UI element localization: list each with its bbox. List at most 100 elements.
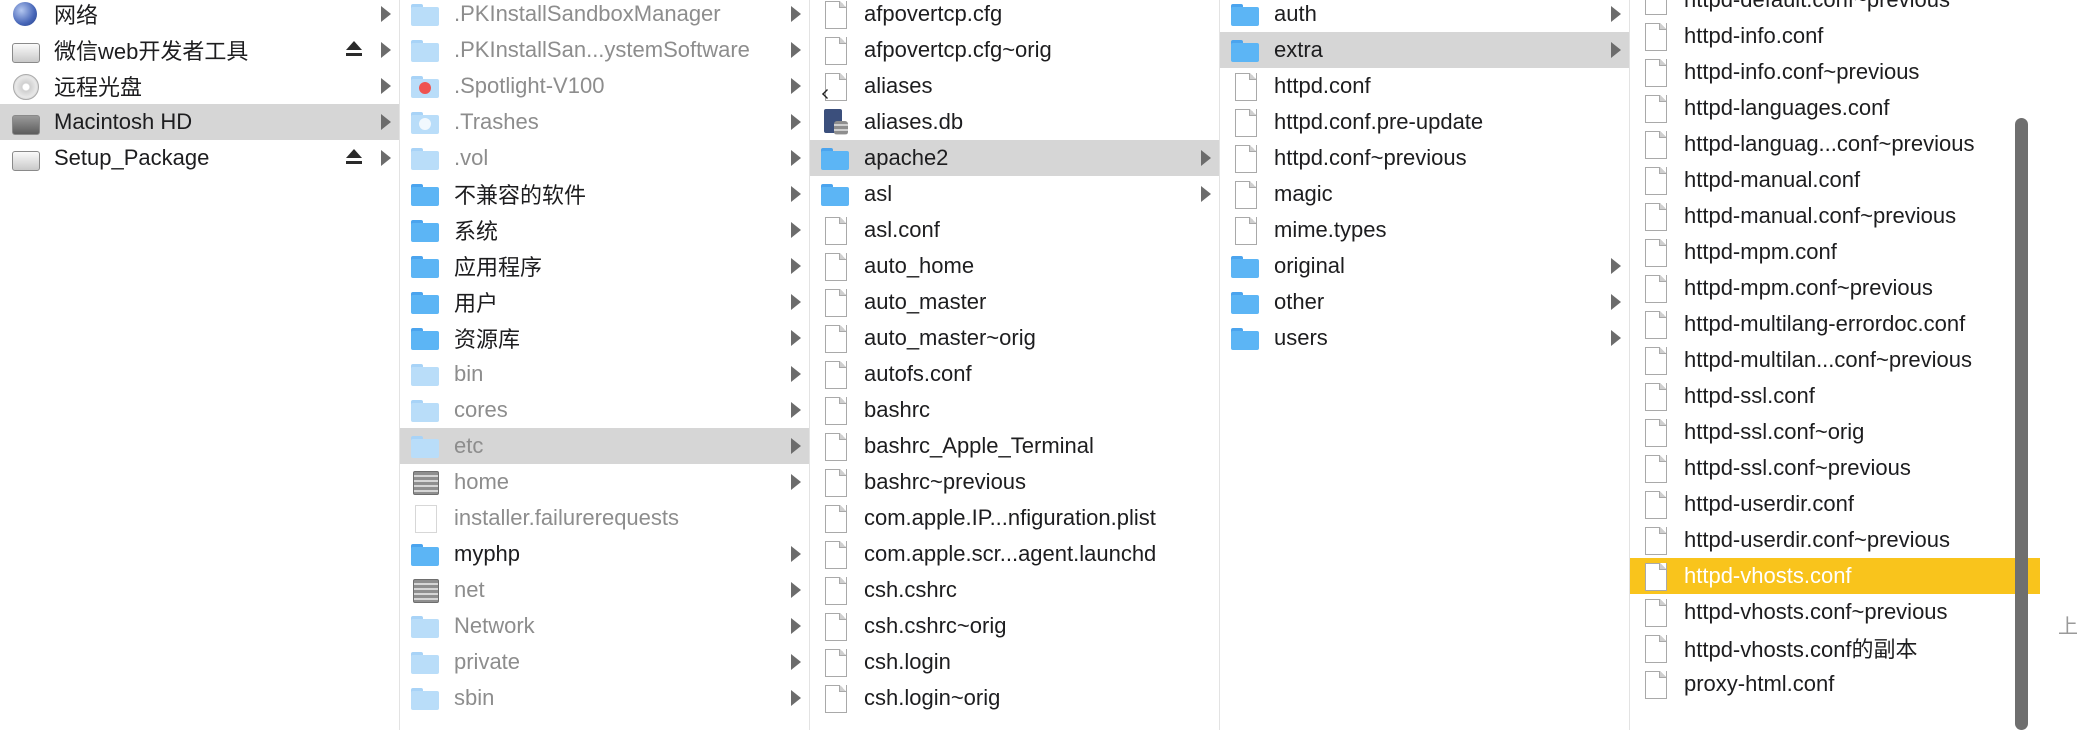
list-item[interactable]: apache2 — [810, 140, 1219, 176]
list-item[interactable]: httpd.conf~previous — [1220, 140, 1629, 176]
list-item[interactable]: aliases — [810, 68, 1219, 104]
list-item[interactable]: mime.types — [1220, 212, 1629, 248]
server-volume-icon — [410, 575, 440, 605]
folder-glyph-icon — [419, 226, 431, 238]
list-item[interactable]: afpovertcp.cfg~orig — [810, 32, 1219, 68]
list-item-label: com.apple.IP...nfiguration.plist — [864, 505, 1156, 530]
list-item[interactable]: httpd.conf.pre-update — [1220, 104, 1629, 140]
list-item[interactable]: afpovertcp.cfg — [810, 0, 1219, 32]
list-item[interactable]: auto_master~orig — [810, 320, 1219, 356]
eject-icon[interactable] — [345, 149, 363, 167]
list-item-label: 应用程序 — [454, 255, 543, 280]
list-item[interactable]: autofs.conf — [810, 356, 1219, 392]
list-item[interactable]: httpd-ssl.conf~orig — [1630, 414, 2040, 450]
list-item[interactable]: 远程光盘 — [0, 68, 399, 104]
eject-icon[interactable] — [345, 41, 363, 59]
list-item-label: httpd-manual.conf — [1684, 167, 1861, 192]
list-item[interactable]: bin — [400, 356, 809, 392]
list-item[interactable]: original — [1220, 248, 1629, 284]
list-item[interactable]: auto_home — [810, 248, 1219, 284]
list-item[interactable]: 系统 — [400, 212, 809, 248]
list-item[interactable]: extra — [1220, 32, 1629, 68]
list-item[interactable]: httpd-userdir.conf — [1630, 486, 2040, 522]
list-item[interactable]: httpd-default.conf~previous — [1630, 0, 2040, 18]
list-item[interactable]: private — [400, 644, 809, 680]
list-item[interactable]: auth — [1220, 0, 1629, 32]
list-item[interactable]: httpd-vhosts.conf的副本 — [1630, 630, 2040, 666]
list-item-label: original — [1274, 253, 1345, 278]
list-item[interactable]: Network — [400, 608, 809, 644]
list-item[interactable]: httpd-multilan...conf~previous — [1630, 342, 2040, 378]
list-item[interactable]: csh.login — [810, 644, 1219, 680]
document-icon — [1640, 93, 1670, 123]
list-item[interactable]: httpd-manual.conf — [1630, 162, 2040, 198]
folder-icon — [1230, 35, 1260, 65]
list-item[interactable]: httpd-mpm.conf~previous — [1630, 270, 2040, 306]
list-item[interactable]: home — [400, 464, 809, 500]
folder-icon — [410, 647, 440, 677]
list-item[interactable]: myphp — [400, 536, 809, 572]
list-item[interactable]: users — [1220, 320, 1629, 356]
external-drive-icon — [10, 143, 40, 173]
list-item[interactable]: com.apple.IP...nfiguration.plist — [810, 500, 1219, 536]
list-item[interactable]: .vol — [400, 140, 809, 176]
list-item[interactable]: bashrc_Apple_Terminal — [810, 428, 1219, 464]
list-item[interactable]: httpd-languages.conf — [1630, 90, 2040, 126]
document-icon — [820, 575, 850, 605]
list-item[interactable]: httpd.conf — [1220, 68, 1629, 104]
list-item[interactable]: httpd-vhosts.conf — [1630, 558, 2040, 594]
list-item[interactable]: Macintosh HD — [0, 104, 399, 140]
list-item[interactable]: asl — [810, 176, 1219, 212]
list-item[interactable]: httpd-manual.conf~previous — [1630, 198, 2040, 234]
folder-icon — [410, 107, 440, 137]
list-item[interactable]: httpd-info.conf~previous — [1630, 54, 2040, 90]
list-item[interactable]: csh.cshrc~orig — [810, 608, 1219, 644]
list-item[interactable]: aliases.db — [810, 104, 1219, 140]
list-item[interactable]: net — [400, 572, 809, 608]
list-item[interactable]: 网络 — [0, 0, 399, 32]
list-item[interactable]: magic — [1220, 176, 1629, 212]
disclosure-arrow-icon — [381, 6, 391, 22]
disclosure-arrow-icon — [1611, 42, 1621, 58]
list-item[interactable]: cores — [400, 392, 809, 428]
list-item[interactable]: com.apple.scr...agent.launchd — [810, 536, 1219, 572]
folder-icon — [1230, 0, 1260, 29]
list-item[interactable]: 微信web开发者工具 — [0, 32, 399, 68]
list-item[interactable]: .Trashes — [400, 104, 809, 140]
document-icon — [1640, 129, 1670, 159]
disclosure-arrow-icon — [791, 78, 801, 94]
list-item[interactable]: 应用程序 — [400, 248, 809, 284]
list-item[interactable]: httpd-ssl.conf~previous — [1630, 450, 2040, 486]
list-item[interactable]: proxy-html.conf — [1630, 666, 2040, 702]
list-item[interactable]: installer.failurerequests — [400, 500, 809, 536]
list-item[interactable]: bashrc~previous — [810, 464, 1219, 500]
list-item[interactable]: httpd-vhosts.conf~previous — [1630, 594, 2040, 630]
vertical-scrollbar-thumb[interactable] — [2015, 118, 2028, 730]
list-item[interactable]: .PKInstallSandboxManager — [400, 0, 809, 32]
list-item[interactable]: Setup_Package — [0, 140, 399, 176]
list-item-label: httpd-vhosts.conf — [1684, 563, 1852, 588]
list-item[interactable]: 资源库 — [400, 320, 809, 356]
list-item[interactable]: asl.conf — [810, 212, 1219, 248]
list-item[interactable]: httpd-ssl.conf — [1630, 378, 2040, 414]
list-item[interactable]: sbin — [400, 680, 809, 716]
list-item[interactable]: csh.login~orig — [810, 680, 1219, 716]
list-item[interactable]: .PKInstallSan...ystemSoftware — [400, 32, 809, 68]
disclosure-arrow-icon — [791, 618, 801, 634]
list-item[interactable]: httpd-languag...conf~previous — [1630, 126, 2040, 162]
list-item[interactable]: .Spotlight-V100 — [400, 68, 809, 104]
list-item[interactable]: httpd-mpm.conf — [1630, 234, 2040, 270]
list-item-label: cores — [454, 397, 508, 422]
list-item[interactable]: 用户 — [400, 284, 809, 320]
list-item[interactable]: bashrc — [810, 392, 1219, 428]
list-item[interactable]: csh.cshrc — [810, 572, 1219, 608]
list-item[interactable]: httpd-userdir.conf~previous — [1630, 522, 2040, 558]
list-item[interactable]: httpd-info.conf — [1630, 18, 2040, 54]
document-icon — [1640, 489, 1670, 519]
list-item[interactable]: auto_master — [810, 284, 1219, 320]
list-item[interactable]: 不兼容的软件 — [400, 176, 809, 212]
folder-icon — [410, 71, 440, 101]
list-item[interactable]: httpd-multilang-errordoc.conf — [1630, 306, 2040, 342]
list-item[interactable]: etc — [400, 428, 809, 464]
list-item[interactable]: other — [1220, 284, 1629, 320]
